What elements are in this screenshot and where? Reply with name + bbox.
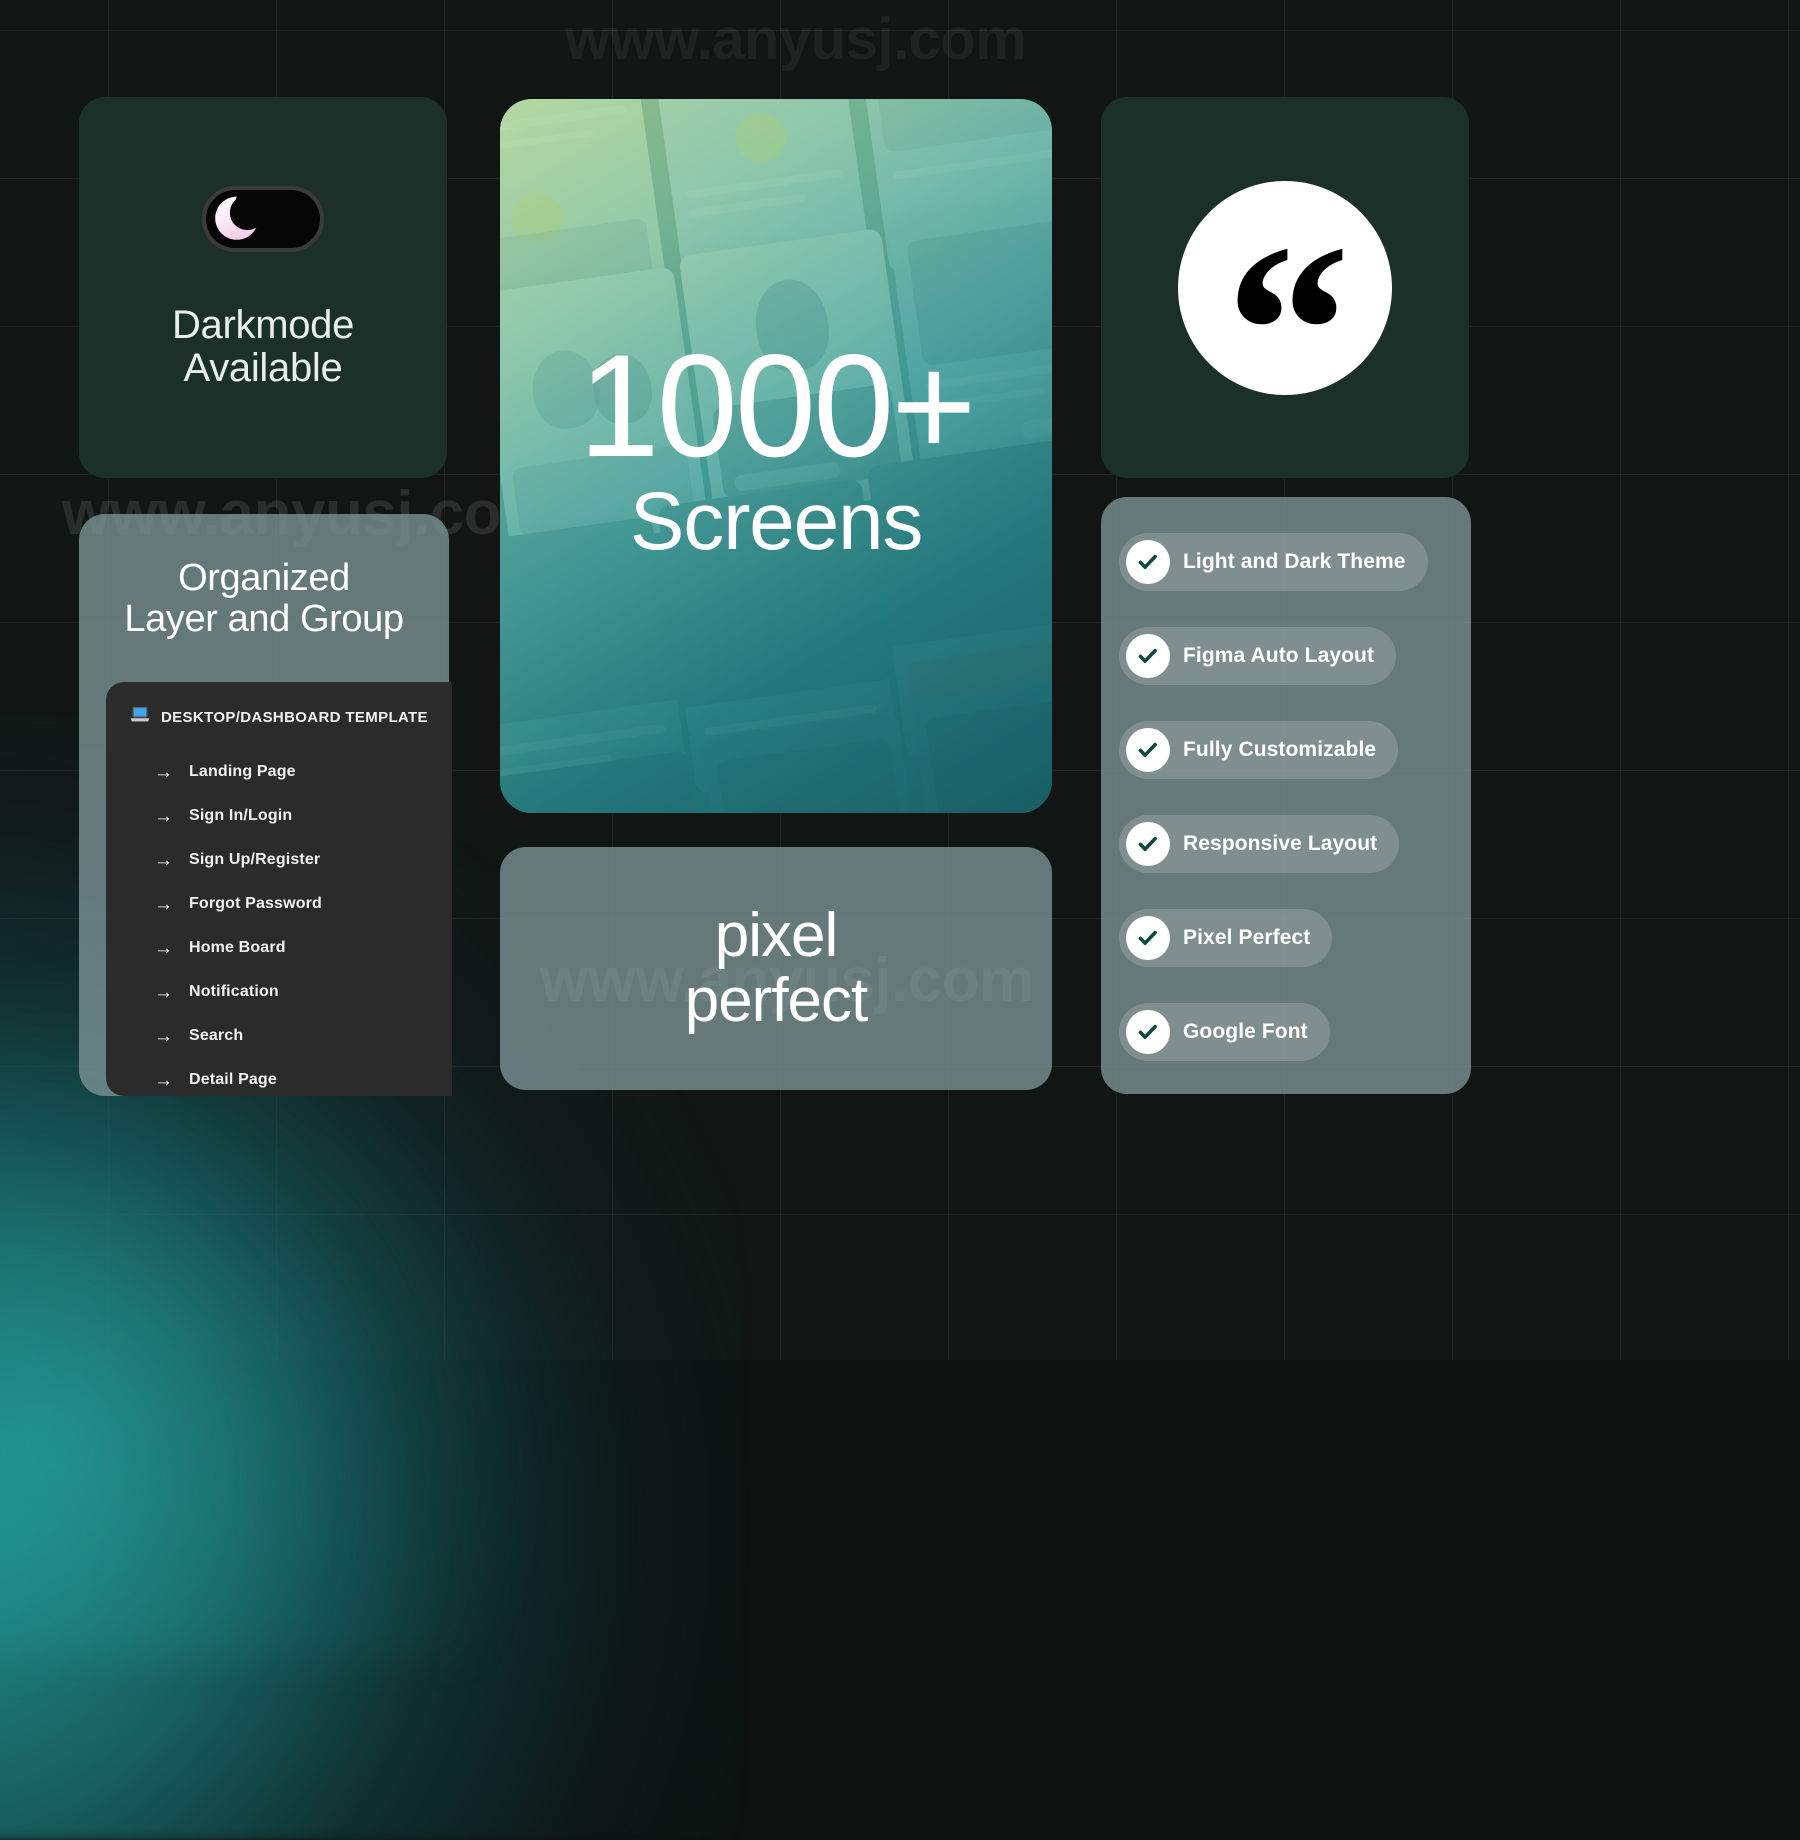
- layers-tree-header-label: DESKTOP/DASHBOARD TEMPLATE: [161, 708, 428, 726]
- layer-item-label: Landing Page: [189, 763, 296, 780]
- screens-count-label: Screens: [629, 475, 924, 567]
- layer-item-label: Sign In/Login: [189, 807, 293, 824]
- darkmode-title-line2: Available: [183, 345, 343, 390]
- check-circle-icon: [1126, 634, 1170, 678]
- layer-item-label: Notification: [189, 983, 279, 1000]
- layers-title-line2: Layer and Group: [124, 598, 404, 641]
- darkmode-card: Darkmode Available: [79, 97, 447, 478]
- layers-tree-header: DESKTOP/DASHBOARD TEMPLATE: [106, 706, 452, 728]
- pixel-perfect-text: pixel perfect: [684, 901, 869, 1035]
- check-circle-icon: [1126, 728, 1170, 772]
- arrow-right-icon: →: [154, 981, 173, 1003]
- arrow-right-icon: →: [154, 849, 173, 871]
- layers-title-line1: Organized: [178, 557, 350, 599]
- feature-pill-responsive-layout[interactable]: Responsive Layout: [1119, 815, 1400, 873]
- arrow-right-icon: →: [154, 1025, 173, 1047]
- check-circle-icon: [1126, 540, 1170, 584]
- layer-item-home-board[interactable]: → Home Board: [106, 926, 452, 970]
- feature-pill-fully-customizable[interactable]: Fully Customizable: [1119, 721, 1399, 779]
- layer-item-label: Forgot Password: [189, 895, 322, 912]
- feature-pill-label: Figma Auto Layout: [1183, 644, 1375, 667]
- arrow-right-icon: →: [154, 1069, 173, 1091]
- laptop-icon: [130, 706, 150, 728]
- pixel-perfect-line1: pixel: [714, 901, 839, 971]
- layer-item-landing-page[interactable]: → Landing Page: [106, 750, 452, 794]
- layer-item-label: Home Board: [189, 939, 286, 956]
- check-circle-icon: [1126, 822, 1170, 866]
- feature-pill-google-font[interactable]: Google Font: [1119, 1003, 1330, 1061]
- feature-pill-label: Light and Dark Theme: [1183, 550, 1406, 573]
- darkmode-title: Darkmode Available: [172, 304, 354, 389]
- feature-pill-light-and-dark-theme[interactable]: Light and Dark Theme: [1119, 533, 1428, 591]
- screens-count-card: 1000+ Screens: [500, 99, 1052, 813]
- feature-pill-pixel-perfect[interactable]: Pixel Perfect: [1119, 909, 1333, 967]
- feature-pill-label: Fully Customizable: [1183, 738, 1377, 761]
- layer-item-sign-in-login[interactable]: → Sign In/Login: [106, 794, 452, 838]
- arrow-right-icon: →: [154, 937, 173, 959]
- screens-text-block: 1000+ Screens: [500, 99, 1052, 813]
- arrow-right-icon: →: [154, 761, 173, 783]
- crescent-moon-icon: [213, 195, 261, 243]
- layers-tree-list: → Landing Page → Sign In/Login → Sign Up/Regi…: [106, 750, 452, 1096]
- layer-item-sign-up-register[interactable]: → Sign Up/Register: [106, 838, 452, 882]
- layer-item-detail-page[interactable]: → Detail Page: [106, 1058, 452, 1096]
- feature-pill-label: Responsive Layout: [1183, 832, 1378, 855]
- quotation-mark-icon: “: [1225, 192, 1351, 470]
- layer-item-label: Detail Page: [189, 1071, 277, 1088]
- quote-circle: “: [1178, 180, 1392, 456]
- screens-count-value: 1000+: [578, 324, 976, 488]
- layer-item-label: Sign Up/Register: [189, 851, 321, 868]
- pixel-perfect-card: pixel perfect: [500, 847, 1052, 1090]
- layer-item-search[interactable]: → Search: [106, 1014, 452, 1058]
- feature-pill-label: Pixel Perfect: [1183, 926, 1311, 949]
- layer-item-label: Search: [189, 1027, 244, 1044]
- organized-layers-title: Organized Layer and Group: [79, 557, 449, 641]
- slide-stage: Darkmode Available Organized Layer and G…: [0, 0, 1800, 1360]
- quote-card: “: [1101, 97, 1469, 478]
- layers-tree-panel: DESKTOP/DASHBOARD TEMPLATE → Landing Page…: [106, 682, 452, 1096]
- darkmode-toggle[interactable]: [202, 186, 324, 253]
- feature-pill-label: Google Font: [1183, 1020, 1308, 1043]
- check-circle-icon: [1126, 1010, 1170, 1054]
- darkmode-title-line1: Darkmode: [171, 303, 355, 348]
- feature-pill-figma-auto-layout[interactable]: Figma Auto Layout: [1119, 627, 1397, 685]
- features-card: Light and Dark Theme Figma Auto Layout Ful…: [1101, 497, 1471, 1094]
- arrow-right-icon: →: [154, 893, 173, 915]
- layer-item-forgot-password[interactable]: → Forgot Password: [106, 882, 452, 926]
- pixel-perfect-line2: perfect: [684, 965, 869, 1035]
- features-list: Light and Dark Theme Figma Auto Layout Ful…: [1101, 533, 1471, 1061]
- arrow-right-icon: →: [154, 805, 173, 827]
- check-circle-icon: [1126, 916, 1170, 960]
- layer-item-notification[interactable]: → Notification: [106, 970, 452, 1014]
